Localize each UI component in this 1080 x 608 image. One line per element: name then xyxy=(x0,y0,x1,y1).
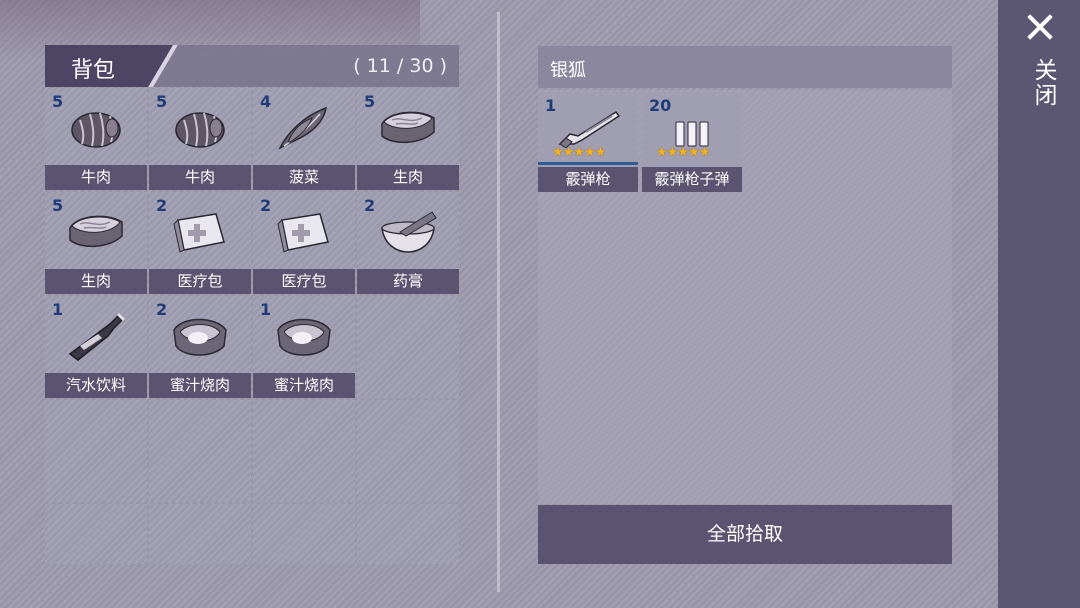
item-name: 汽水饮料 xyxy=(45,373,147,398)
item-name: 霰弹枪子弹 xyxy=(642,167,742,192)
raw-meat-icon xyxy=(381,111,435,144)
item-name: 医疗包 xyxy=(253,269,355,294)
inventory-slot[interactable]: 1 蜜汁烧肉 xyxy=(253,296,355,398)
close-label[interactable]: 关闭 xyxy=(1026,58,1060,108)
medkit-icon xyxy=(173,213,225,253)
pickup-all-button[interactable]: 全部拾取 xyxy=(538,505,952,564)
loot-header: 银狐 xyxy=(538,46,952,88)
item-quantity: 1 xyxy=(545,96,557,115)
item-name: 药膏 xyxy=(357,269,459,294)
item-quantity: 5 xyxy=(52,196,64,215)
inventory-slot[interactable]: 5 生肉 xyxy=(357,88,459,190)
item-name: 生肉 xyxy=(45,269,147,294)
item-name: 蜜汁烧肉 xyxy=(149,373,251,398)
shotgun-icon xyxy=(558,110,621,148)
backpack-header: 背包 ( 11 / 30 ) xyxy=(45,45,459,87)
shotgun-shells-icon xyxy=(675,121,709,147)
empty-slot[interactable] xyxy=(357,400,459,502)
selection-indicator xyxy=(538,162,638,165)
item-name: 霰弹枪 xyxy=(538,167,638,192)
empty-slot[interactable] xyxy=(253,400,355,502)
loot-source-title: 银狐 xyxy=(550,60,586,81)
empty-slot[interactable] xyxy=(253,504,355,564)
inventory-slot[interactable]: 2 医疗包 xyxy=(253,192,355,294)
empty-slot[interactable] xyxy=(149,504,251,564)
item-quantity: 5 xyxy=(52,92,64,111)
inventory-slot[interactable]: 2 蜜汁烧肉 xyxy=(149,296,251,398)
beef-icon xyxy=(175,112,225,148)
loot-slot[interactable]: 1 ★★★★★ 霰弹枪 xyxy=(538,92,638,192)
empty-slot[interactable] xyxy=(357,296,459,398)
item-name: 牛肉 xyxy=(149,165,251,190)
empty-slot[interactable] xyxy=(45,504,147,564)
item-quantity: 2 xyxy=(156,196,168,215)
item-name: 医疗包 xyxy=(149,269,251,294)
inventory-slot[interactable]: 5 牛肉 xyxy=(149,88,251,190)
inventory-slot[interactable]: 2 药膏 xyxy=(357,192,459,294)
item-quantity: 5 xyxy=(156,92,168,111)
inventory-slot[interactable]: 4 菠菜 xyxy=(253,88,355,190)
item-name: 蜜汁烧肉 xyxy=(253,373,355,398)
rarity-stars: ★★★★★ xyxy=(552,145,606,160)
backpack-title: 背包 xyxy=(71,58,116,83)
item-quantity: 4 xyxy=(260,92,272,111)
item-quantity: 20 xyxy=(649,96,672,115)
empty-slot[interactable] xyxy=(357,504,459,564)
empty-slot[interactable] xyxy=(45,400,147,502)
beef-icon xyxy=(71,112,121,148)
close-panel[interactable]: 关闭 xyxy=(998,0,1080,608)
item-quantity: 2 xyxy=(260,196,272,215)
honey-roast-icon xyxy=(277,318,331,356)
inventory-slot[interactable]: 5 牛肉 xyxy=(45,88,147,190)
backpack-grid: 5 牛肉 5 牛肉 4 菠菜 5 生肉 5 生肉 2 医疗包 2 医疗包 2 药… xyxy=(45,88,459,606)
loot-grid: 1 ★★★★★ 霰弹枪 20 ★★★★★ 霰弹枪子弹 xyxy=(538,90,952,504)
inventory-slot[interactable]: 2 医疗包 xyxy=(149,192,251,294)
raw-meat-icon xyxy=(69,215,123,248)
rarity-stars: ★★★★★ xyxy=(656,145,710,160)
item-name: 生肉 xyxy=(357,165,459,190)
spinach-icon xyxy=(278,106,327,150)
item-quantity: 1 xyxy=(52,300,64,319)
panel-divider xyxy=(497,12,500,592)
empty-slot[interactable] xyxy=(149,400,251,502)
inventory-slot[interactable]: 5 生肉 xyxy=(45,192,147,294)
item-name: 菠菜 xyxy=(253,165,355,190)
inventory-slot[interactable]: 1 汽水饮料 xyxy=(45,296,147,398)
item-quantity: 1 xyxy=(260,300,272,319)
close-icon[interactable] xyxy=(1026,13,1054,41)
backpack-capacity: ( 11 / 30 ) xyxy=(353,55,447,77)
item-name: 牛肉 xyxy=(45,165,147,190)
item-quantity: 2 xyxy=(364,196,376,215)
loot-slot[interactable]: 20 ★★★★★ 霰弹枪子弹 xyxy=(642,92,742,192)
medkit-icon xyxy=(277,213,329,253)
honey-roast-icon xyxy=(173,318,227,356)
soda-bottle-icon xyxy=(68,312,126,361)
ointment-icon xyxy=(381,211,437,253)
item-quantity: 5 xyxy=(364,92,376,111)
item-quantity: 2 xyxy=(156,300,168,319)
